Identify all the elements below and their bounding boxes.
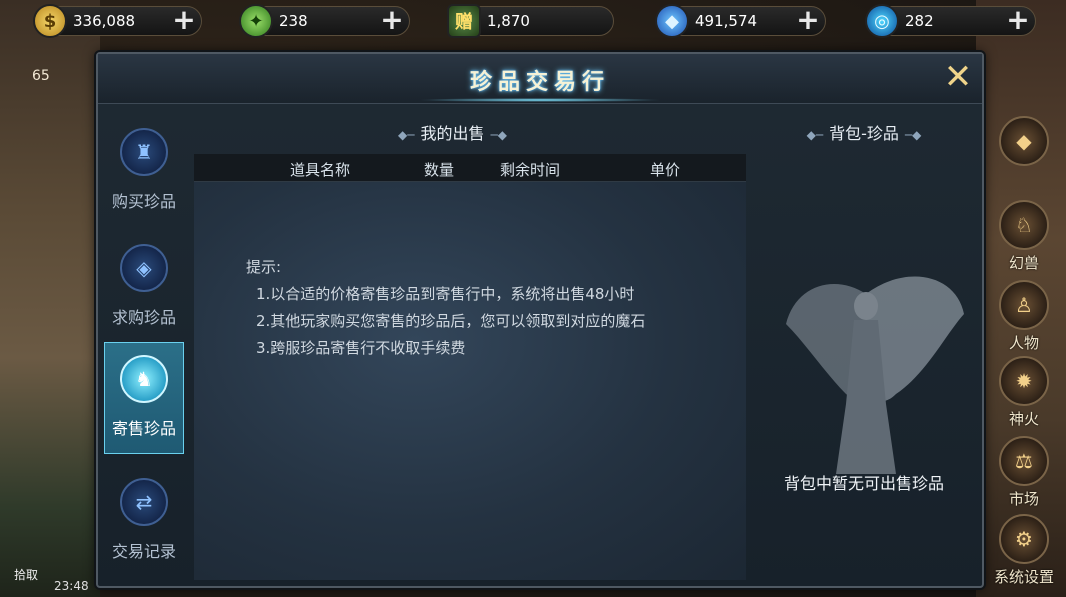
gold-coin-icon: $	[33, 4, 67, 38]
tip-line: 3.跨服珍品寄售行不收取手续费	[256, 339, 466, 357]
close-button[interactable]: ✕	[940, 60, 976, 96]
clock-time: 23:48	[54, 579, 89, 593]
column-item-name: 道具名称	[290, 161, 351, 179]
resource-crystal-value: 491,574	[695, 12, 758, 30]
my-sales-panel: ◆─ 我的出售 ─◆ 道具名称 数量 剩余时间 单价 提示: 1.以合适的价格寄售珍…	[194, 104, 748, 582]
tips-title: 提示:	[246, 258, 282, 276]
side-item-fire-label: 神火	[1008, 410, 1039, 428]
trading-house-dialog: 珍品交易行 ✕ ♜ 购买珍品 ◈ 求购珍品 ♞ 寄售珍品 ⇄ 交易记录 ◆─ 我的…	[96, 52, 984, 588]
tip-line: 2.其他玩家购买您寄售的珍品后，您可以领取到对应的魔石	[256, 312, 646, 330]
player-level: 65	[32, 68, 50, 84]
card-icon: 赠	[447, 4, 481, 38]
tip-line: 1.以合适的价格寄售珍品到寄售行中，系统将出售48小时	[256, 285, 635, 303]
my-sales-heading: ◆─ 我的出售 ─◆	[392, 120, 513, 144]
heading-deco-right: ─◆	[904, 128, 922, 142]
orb-icon: ◎	[865, 4, 899, 38]
character-icon: ♙	[999, 280, 1049, 330]
side-item-character[interactable]: ♙ 人物	[988, 280, 1060, 353]
sales-table-body: 提示: 1.以合适的价格寄售珍品到寄售行中，系统将出售48小时 2.其他玩家购买…	[194, 182, 746, 580]
tab-request-treasure[interactable]: ◈ 求购珍品	[104, 232, 184, 344]
side-item-market[interactable]: ⚖ 市场	[988, 436, 1060, 509]
resource-crystal: ◆ 491,574 +	[655, 4, 826, 38]
side-item-market-label: 市场	[1008, 490, 1039, 508]
game-scene-left	[0, 0, 100, 597]
resource-card-value: 1,870	[487, 12, 530, 30]
tab-buy-treasure-label: 购买珍品	[111, 192, 176, 211]
pickup-label: 拾取	[14, 568, 39, 582]
sales-table-header: 道具名称 数量 剩余时间 单价	[194, 154, 746, 182]
add-crystal-button[interactable]: +	[795, 6, 821, 34]
resource-orb-value: 282	[905, 12, 934, 30]
resource-jade: ✦ 238 +	[239, 4, 410, 38]
tab-buy-treasure[interactable]: ♜ 购买珍品	[104, 116, 184, 228]
side-item-fire[interactable]: ✹ 神火	[988, 356, 1060, 429]
heading-deco-left: ◆─	[806, 128, 824, 142]
tab-consign-treasure-label: 寄售珍品	[111, 419, 176, 438]
bag-empty-message: 背包中暂无可出售珍品	[783, 474, 944, 493]
bag-title: 背包-珍品	[829, 124, 899, 143]
gem-hand-icon: ◈	[120, 244, 168, 292]
jade-icon: ✦	[239, 4, 273, 38]
settings-gear-icon: ⚙	[999, 514, 1049, 564]
diamond-menu-icon: ◆	[999, 116, 1049, 166]
resource-bar: $ 336,088 + ✦ 238 + 赠 1,870 ◆ 491,574 + …	[0, 0, 1066, 44]
tips-block: 提示: 1.以合适的价格寄售珍品到寄售行中，系统将出售48小时 2.其他玩家购买…	[246, 254, 645, 362]
exchange-icon: ⇄	[120, 478, 168, 526]
heading-deco-right: ─◆	[490, 128, 507, 142]
left-hud: 65	[4, 68, 94, 84]
side-item-menu[interactable]: ◆	[988, 116, 1060, 166]
my-sales-title: 我的出售	[420, 124, 485, 143]
add-orb-button[interactable]: +	[1005, 6, 1031, 34]
side-item-beast-label: 幻兽	[1008, 254, 1039, 272]
dialog-title: 珍品交易行	[469, 69, 610, 95]
title-glow	[418, 98, 662, 102]
side-item-beast[interactable]: ♘ 幻兽	[988, 200, 1060, 273]
tab-consign-treasure[interactable]: ♞ 寄售珍品	[104, 342, 184, 454]
side-item-settings-label: 系统设置	[993, 568, 1054, 586]
crystal-icon: ◆	[655, 4, 689, 38]
money-bag-icon: ♜	[120, 128, 168, 176]
column-unit-price: 单价	[650, 161, 681, 179]
resource-card: 赠 1,870	[447, 4, 614, 38]
tab-trade-records-label: 交易记录	[111, 542, 176, 561]
resource-orb: ◎ 282 +	[865, 4, 1036, 38]
side-item-character-label: 人物	[1008, 334, 1039, 352]
bag-treasure-panel: ◆─ 背包-珍品 ─◆ 背包中暂无可出售珍品	[748, 104, 980, 582]
dialog-header: 珍品交易行 ✕	[98, 54, 982, 104]
bag-heading: ◆─ 背包-珍品 ─◆	[748, 120, 980, 144]
column-quantity: 数量	[424, 161, 455, 179]
column-remaining-time: 剩余时间	[500, 161, 561, 179]
tab-list: ♜ 购买珍品 ◈ 求购珍品 ♞ 寄售珍品 ⇄ 交易记录	[102, 110, 184, 584]
resource-gold: $ 336,088 +	[33, 4, 202, 38]
resource-gold-value: 336,088	[73, 12, 136, 30]
divine-fire-icon: ✹	[999, 356, 1049, 406]
side-item-settings[interactable]: ⚙ 系统设置	[988, 514, 1060, 587]
consign-bag-icon: ♞	[120, 355, 168, 403]
resource-jade-value: 238	[279, 12, 308, 30]
tab-trade-records[interactable]: ⇄ 交易记录	[104, 466, 184, 578]
add-gold-button[interactable]: +	[171, 6, 197, 34]
angel-illustration	[786, 276, 964, 474]
tab-request-treasure-label: 求购珍品	[111, 308, 176, 327]
beast-icon: ♘	[999, 200, 1049, 250]
market-icon: ⚖	[999, 436, 1049, 486]
heading-deco-left: ◆─	[398, 128, 415, 142]
add-jade-button[interactable]: +	[379, 6, 405, 34]
